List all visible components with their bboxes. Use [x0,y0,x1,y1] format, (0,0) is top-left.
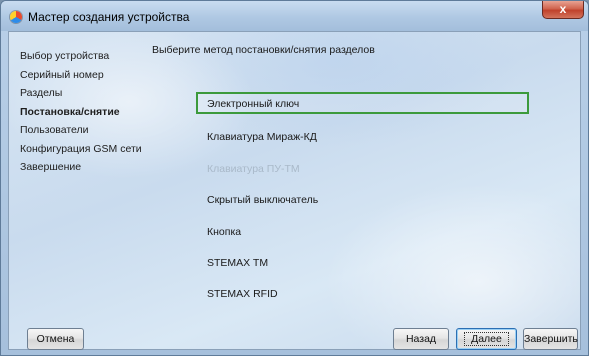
next-button-label: Далее [464,332,509,346]
step-item-sections: Разделы [20,87,63,99]
method-option-hidden-switch[interactable]: Скрытый выключатель [196,188,529,210]
step-item-gsm: Конфигурация GSM сети [20,142,142,155]
title-bar[interactable]: Мастер создания устройства x [1,1,588,31]
method-option-pu-tm-keypad: Клавиатура ПУ-ТМ [207,163,300,175]
step-item-arming: Постановка/снятие [20,105,120,118]
page-heading: Выберите метод постановки/снятия раздело… [152,44,375,56]
window-title: Мастер создания устройства [28,10,190,24]
method-option-mirage-keypad[interactable]: Клавиатура Мираж-КД [196,125,529,147]
next-button[interactable]: Далее [456,328,517,350]
finish-button[interactable]: Завершить [523,328,578,350]
method-option-stemax-rfid[interactable]: STEMAX RFID [196,282,529,304]
back-button[interactable]: Назад [393,328,449,350]
step-item-users: Пользователи [20,124,89,136]
wizard-content: Выбор устройства Серийный номер Разделы … [8,31,581,350]
steps-list: Выбор устройства Серийный номер Разделы … [20,47,155,177]
step-item-serial: Серийный номер [20,68,104,81]
close-button[interactable]: x [542,1,584,19]
step-item-finish: Завершение [20,161,82,173]
app-logo-icon [10,11,22,23]
wizard-window: Мастер создания устройства x Выбор устро… [0,0,589,356]
method-option-button[interactable]: Кнопка [196,220,529,242]
method-option-stemax-tm[interactable]: STEMAX TM [196,251,529,273]
cancel-button[interactable]: Отмена [27,328,84,350]
method-option-electronic-key[interactable]: Электронный ключ [196,92,529,114]
step-item-device: Выбор устройства [20,50,110,62]
